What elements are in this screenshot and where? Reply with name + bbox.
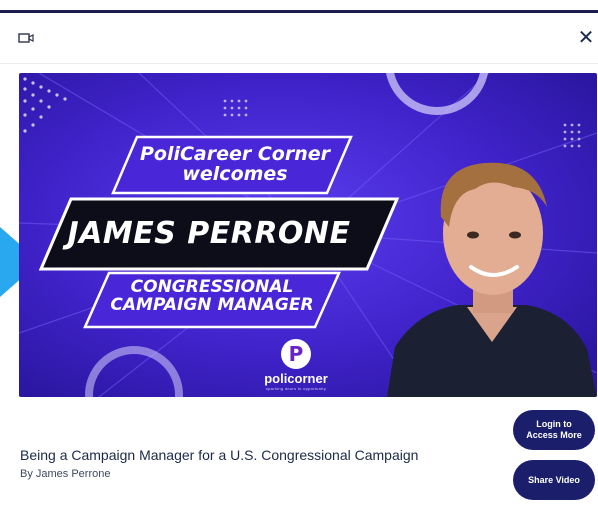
video-author: By James Perrone xyxy=(20,468,111,480)
video-title: Being a Campaign Manager for a U.S. Cong… xyxy=(20,447,419,463)
video-thumbnail[interactable]: PoliCareer Corner welcomes JAMES PERRONE… xyxy=(19,73,597,397)
login-button-label: Login to Access More xyxy=(526,419,582,440)
brand-mark: P xyxy=(281,339,311,369)
share-video-button[interactable]: Share Video xyxy=(513,460,595,500)
brand-name: policorner xyxy=(264,371,328,386)
close-icon: ✕ xyxy=(577,26,595,49)
video-camera-icon xyxy=(18,33,34,43)
login-to-access-more-button[interactable]: Login to Access More xyxy=(513,410,595,450)
close-button[interactable]: ✕ xyxy=(574,24,598,50)
banner-welcome-text: PoliCareer Corner welcomes xyxy=(139,143,331,185)
modal-header: ✕ xyxy=(0,13,598,64)
banner-guest-name: JAMES PERRONE xyxy=(67,216,351,252)
banner-guest-role: CONGRESSIONAL CAMPAIGN MANAGER xyxy=(110,277,314,315)
guest-portrait-photo xyxy=(387,162,597,397)
brand-tagline: sparking doors to opportunity xyxy=(265,386,327,391)
policorner-logo: P policorner sparking doors to opportuni… xyxy=(253,339,339,395)
share-button-label: Share Video xyxy=(528,474,580,485)
